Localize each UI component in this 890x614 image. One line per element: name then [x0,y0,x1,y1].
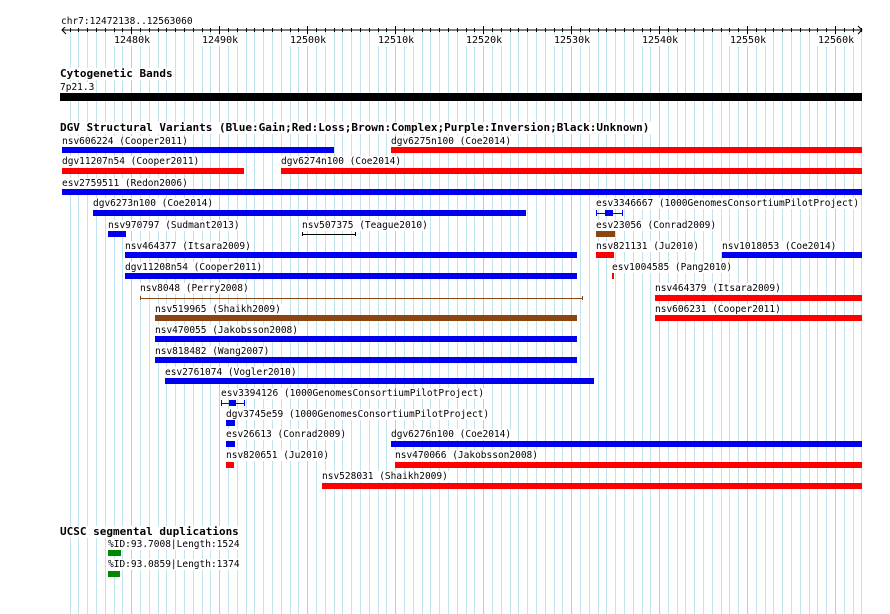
tick-label: 12490k [201,35,240,46]
dgv-feature-label: nsv8048 (Perry2008) [139,283,250,294]
dgv-feature-label: dgv11208n54 (Cooper2011) [124,262,264,273]
dgv-feature-label: nsv464377 (Itsara2009) [124,241,252,252]
dgv-feature-label: nsv820651 (Ju2010) [225,450,330,461]
dgv-feature-label: nsv528031 (Shaikh2009) [321,471,449,482]
dgv-feature-bar[interactable] [62,147,334,153]
dgv-feature-label: dgv6276n100 (Coe2014) [390,429,513,440]
dgv-feature-bar[interactable] [155,336,577,342]
dgv-feature-bar[interactable] [722,252,862,258]
segdup-feature-label: %ID:93.0859|Length:1374 [107,559,241,570]
dgv-feature-label: dgv6275n100 (Coe2014) [390,136,513,147]
dgv-feature-label: esv2761074 (Vogler2010) [164,367,298,378]
dgv-feature-label: esv3346667 (1000GenomesConsortiumPilotPr… [595,198,861,209]
region-label: chr7:12472138..12563060 [61,16,193,27]
dgv-feature-label: nsv519965 (Shaikh2009) [154,304,282,315]
dgv-feature-label: nsv464379 (Itsara2009) [654,283,782,294]
dgv-feature-label: nsv470055 (Jakobsson2008) [154,325,299,336]
dgv-feature-label: esv2759511 (Redon2006) [61,178,189,189]
tick-label: 12480k [113,35,152,46]
dgv-feature-bar[interactable] [612,273,614,279]
cytoband-label: 7p21.3 [60,82,95,93]
tick-label: 12530k [553,35,592,46]
dgv-feature-label: nsv821131 (Ju2010) [595,241,700,252]
dgv-feature-bar[interactable] [226,420,235,426]
segdup-feature-bar[interactable] [108,571,120,577]
tick-label: 12510k [377,35,416,46]
dgv-feature-bar[interactable] [596,252,614,258]
tick-label: 12550k [729,35,768,46]
dgv-feature-label: nsv470066 (Jakobsson2008) [394,450,539,461]
dgv-track-title[interactable]: DGV Structural Variants (Blue:Gain;Red:L… [60,122,652,134]
dgv-feature-label: dgv3745e59 (1000GenomesConsortiumPilotPr… [225,409,491,420]
dgv-feature-bar[interactable] [125,273,577,279]
cytoband-track-title[interactable]: Cytogenetic Bands [60,68,175,80]
segdup-feature-label: %ID:93.7008|Length:1524 [107,539,241,550]
dgv-feature-label: dgv6273n100 (Coe2014) [92,198,215,209]
dgv-feature-bar[interactable] [391,441,862,447]
dgv-feature-bar[interactable] [391,147,862,153]
dgv-feature-bar[interactable] [165,378,594,384]
dgv-feature-label: dgv6274n100 (Coe2014) [280,156,403,167]
dgv-feature-bar[interactable] [93,210,526,216]
dgv-feature-bar[interactable] [395,462,862,468]
dgv-feature-bar[interactable] [596,231,615,237]
segdup-track-title[interactable]: UCSC segmental duplications [60,526,241,538]
tick-label: 12560k [817,35,856,46]
dgv-feature-bar[interactable] [221,400,245,406]
dgv-feature-block [605,210,613,216]
dgv-feature-bar[interactable] [226,441,235,447]
dgv-feature-bar[interactable] [155,315,577,321]
dgv-feature-bar[interactable] [596,210,623,216]
dgv-feature-bar[interactable] [655,315,862,321]
tick-label: 12500k [289,35,328,46]
dgv-feature-bar[interactable] [226,462,234,468]
dgv-feature-label: esv1004585 (Pang2010) [611,262,734,273]
dgv-feature-label: esv26613 (Conrad2009) [225,429,348,440]
dgv-feature-bar[interactable] [140,296,583,300]
dgv-feature-label: nsv970797 (Sudmant2013) [107,220,241,231]
dgv-feature-label: nsv1018053 (Coe2014) [721,241,838,252]
dgv-feature-bar[interactable] [155,357,577,363]
dgv-feature-bar[interactable] [302,232,356,236]
dgv-feature-label: nsv606231 (Cooper2011) [654,304,782,315]
dgv-feature-label: nsv818482 (Wang2007) [154,346,271,357]
dgv-feature-label: nsv606224 (Cooper2011) [61,136,189,147]
dgv-feature-bar[interactable] [62,189,862,195]
dgv-feature-bar[interactable] [125,252,577,258]
dgv-feature-bar[interactable] [108,231,126,237]
dgv-feature-bar[interactable] [62,168,244,174]
dgv-feature-bar[interactable] [281,168,862,174]
cytoband-bar[interactable] [60,93,862,101]
dgv-feature-label: esv23056 (Conrad2009) [595,220,718,231]
ruler [61,25,863,35]
dgv-feature-label: esv3394126 (1000GenomesConsortiumPilotPr… [220,388,486,399]
dgv-feature-bar[interactable] [322,483,862,489]
dgv-feature-label: nsv507375 (Teague2010) [301,220,429,231]
tick-label: 12540k [641,35,680,46]
dgv-feature-bar[interactable] [655,295,862,301]
segdup-feature-bar[interactable] [108,550,121,556]
dgv-feature-block [229,400,236,406]
tick-label: 12520k [465,35,504,46]
dgv-feature-label: dgv11207n54 (Cooper2011) [61,156,201,167]
